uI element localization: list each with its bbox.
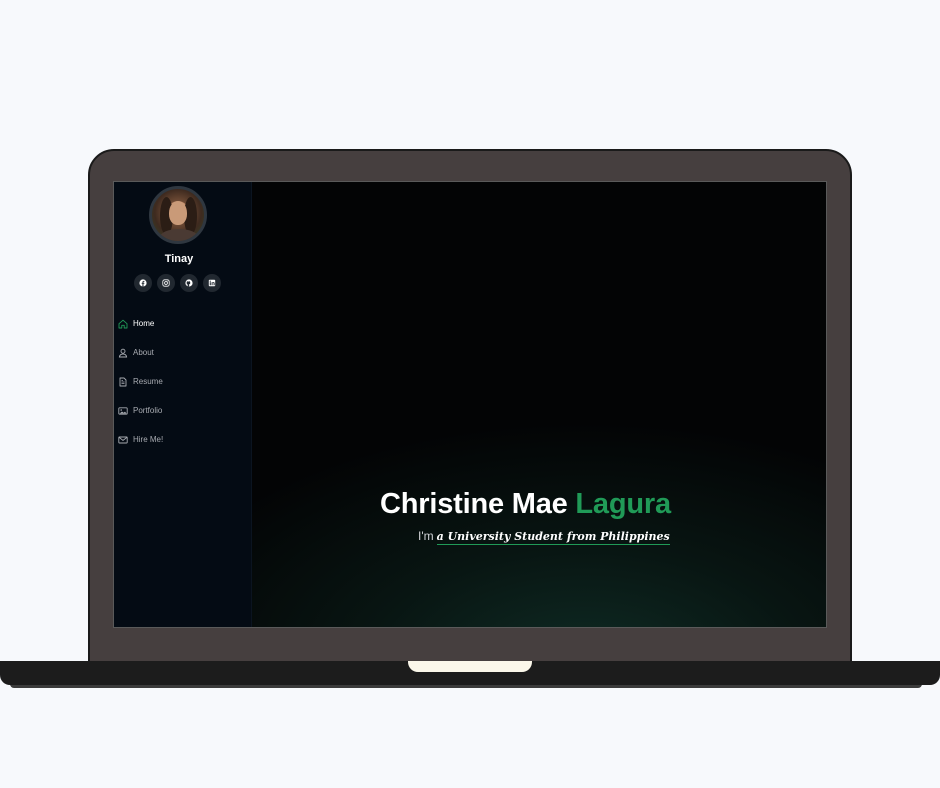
hero-title: Christine Mae Lagura	[380, 488, 671, 521]
home-icon	[118, 319, 128, 329]
avatar	[149, 186, 207, 244]
laptop-screen: Tinay Home About Resume Portfolio Hire M…	[113, 181, 827, 628]
social-links	[134, 274, 221, 292]
nav-item-home[interactable]: Home	[118, 309, 163, 338]
github-icon[interactable]	[180, 274, 198, 292]
hero-typed-text: a University Student from Philippines	[436, 530, 670, 545]
nav-item-hire-me[interactable]: Hire Me!	[118, 425, 163, 454]
hero-intro: I'm	[418, 529, 434, 543]
nav-label-home: Home	[133, 319, 155, 328]
instagram-icon[interactable]	[157, 274, 175, 292]
hero-subtitle: I'm a University Student from Philippines	[418, 529, 670, 545]
images-icon	[118, 406, 128, 416]
facebook-icon[interactable]	[134, 274, 152, 292]
document-icon	[118, 377, 128, 387]
nav-item-resume[interactable]: Resume	[118, 367, 163, 396]
envelope-icon	[118, 435, 128, 445]
nav-label-hire-me: Hire Me!	[133, 435, 164, 444]
nav-item-portfolio[interactable]: Portfolio	[118, 396, 163, 425]
hero-last-name: Lagura	[575, 488, 671, 520]
profile-name: Tinay	[164, 253, 194, 265]
nav-item-about[interactable]: About	[118, 338, 163, 367]
linkedin-icon[interactable]	[203, 274, 221, 292]
nav-label-about: About	[133, 348, 154, 357]
hero-first-name: Christine Mae	[380, 488, 568, 520]
sidebar-nav: Home About Resume Portfolio Hire Me!	[118, 309, 163, 454]
nav-label-portfolio: Portfolio	[133, 406, 163, 415]
person-icon	[118, 348, 128, 358]
nav-label-resume: Resume	[133, 377, 163, 386]
hero-section: Christine Mae Lagura I'm a University Stu…	[252, 182, 826, 627]
sidebar: Tinay Home About Resume Portfolio Hire M…	[114, 182, 252, 627]
laptop-notch	[408, 661, 532, 672]
